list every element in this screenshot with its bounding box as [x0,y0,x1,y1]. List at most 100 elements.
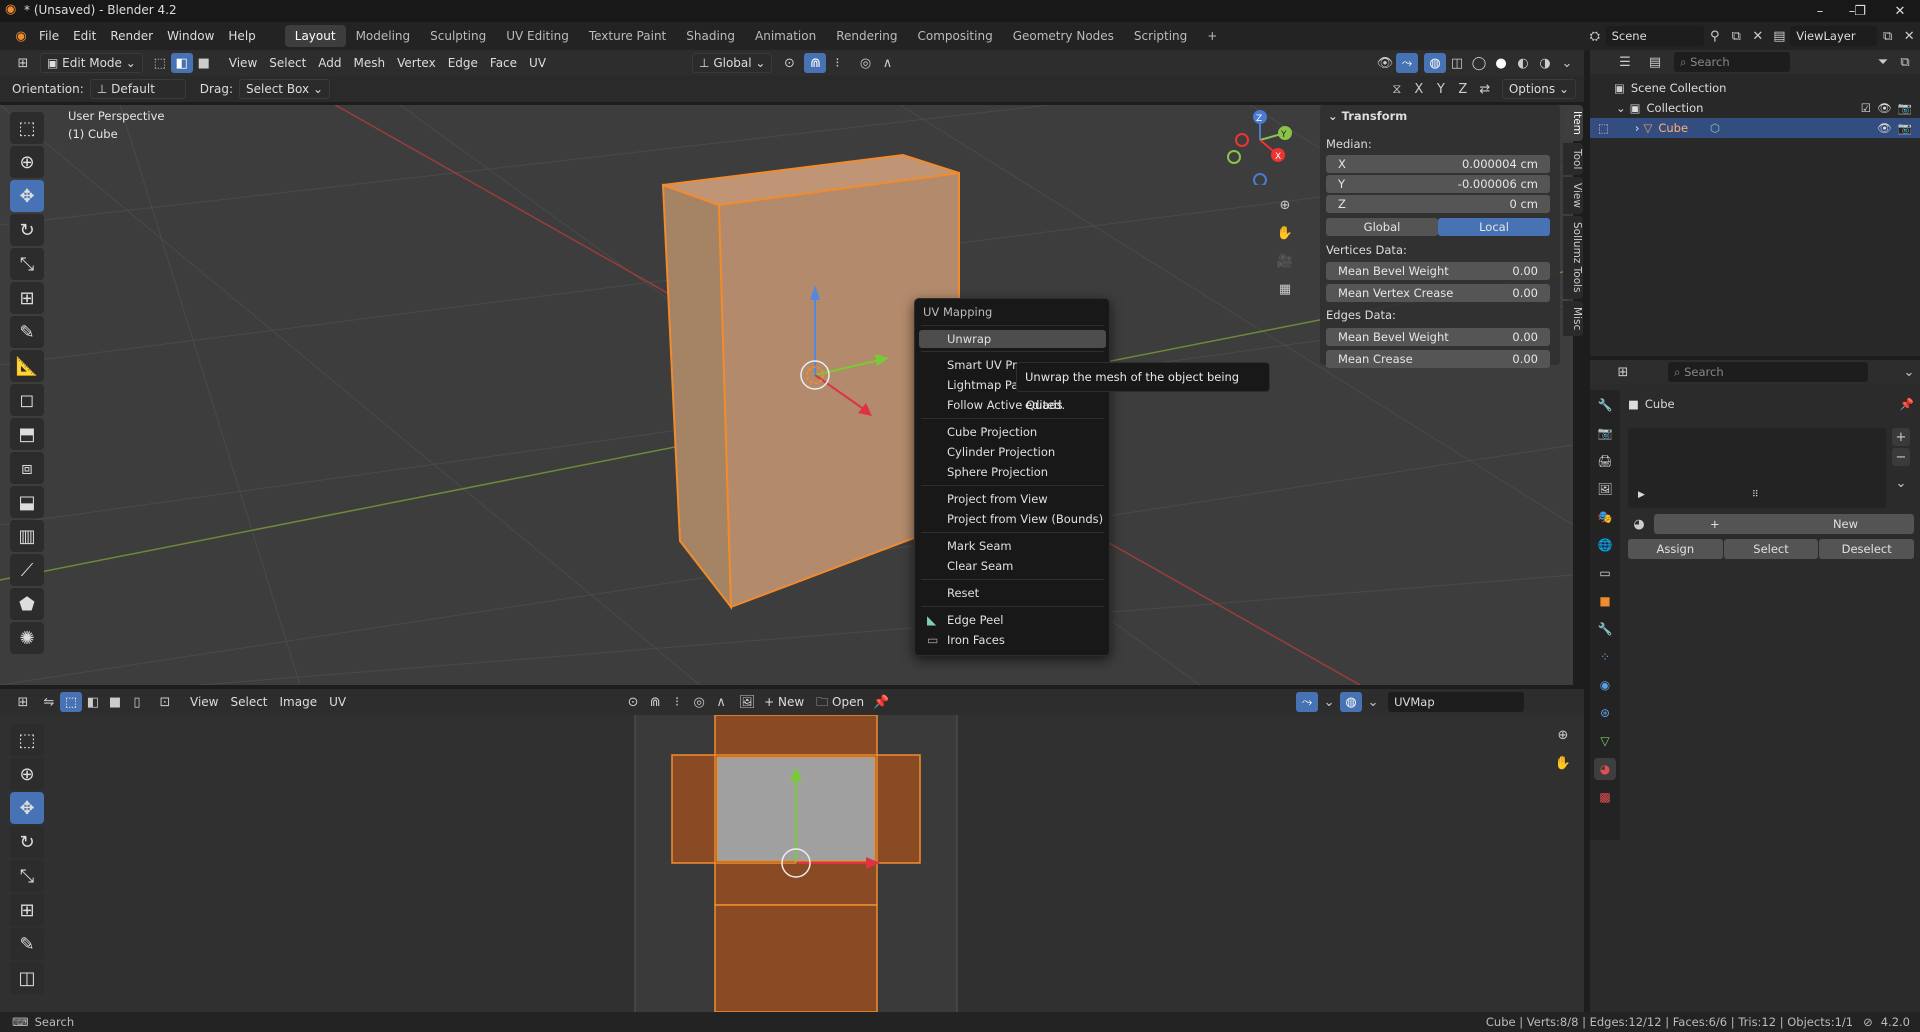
menu-face[interactable]: Face [484,53,523,73]
menu-item-clear-seam[interactable]: Clear Seam [919,557,1106,575]
texture-properties-icon[interactable]: ▩ [1594,786,1616,808]
snap-icon[interactable]: ⋒ [804,53,827,73]
uv-gizmo-icon[interactable]: ⤳ [1296,692,1319,712]
remove-slot-icon[interactable]: − [1892,448,1910,466]
render-properties-icon[interactable]: 📷 [1594,422,1616,444]
tab-geometry-nodes[interactable]: Geometry Nodes [1003,25,1124,47]
mirror-z-toggle[interactable]: Z [1452,79,1474,99]
global-toggle[interactable]: Global [1326,218,1438,236]
properties-options-icon[interactable]: ⌄ [1898,362,1920,382]
tool-properties-icon[interactable]: 🔧 [1594,394,1616,416]
median-z-field[interactable]: Z 0 cm [1326,195,1550,213]
properties-search-input[interactable]: ⌕ Search [1668,362,1868,382]
material-slot-list[interactable]: ▶ ⠿ [1628,428,1886,508]
snap-target-icon[interactable]: ⁝ [826,53,848,73]
uv-zoom-icon[interactable]: ⊕ [1552,725,1574,745]
median-x-field[interactable]: X 0.000004 cm [1326,155,1550,173]
add-slot-icon[interactable]: + [1892,428,1910,446]
mean-crease-field[interactable]: Mean Crease 0.00 [1326,350,1550,368]
camera-icon[interactable]: 🎥 [1274,251,1296,271]
particles-properties-icon[interactable]: ⁘ [1594,646,1616,668]
rotate-tool-icon[interactable]: ↻ [10,214,44,246]
menu-item-project-from-view[interactable]: Project from View [919,490,1106,508]
cube-mesh-data-icon[interactable]: ⬡ [1710,121,1720,135]
tab-tool[interactable]: Tool [1563,142,1583,176]
minimize-icon[interactable]: – [1800,0,1840,22]
pan-hand-icon[interactable]: ✋ [1274,223,1296,243]
modifier-properties-icon[interactable]: 🔧 [1594,618,1616,640]
falloff-icon[interactable]: ∧ [876,53,898,73]
menu-edge[interactable]: Edge [442,53,484,73]
visibility-icon[interactable]: 👁 [1374,53,1396,73]
mirror-icon[interactable]: ⧖ [1386,79,1408,99]
list-resize-handle[interactable]: ⠿ [1752,490,1759,500]
menu-item-iron-faces[interactable]: Iron Faces [919,631,1106,649]
transform-orientation-dropdown[interactable]: ⊥ Global ⌄ [692,53,773,73]
uv-edge-select-icon[interactable]: ◧ [82,692,104,712]
properties-editor-icon[interactable]: ⊞ [1612,362,1634,382]
editor-type-icon[interactable]: ⊞ [12,53,34,73]
world-properties-icon[interactable]: 🌐 [1594,534,1616,556]
zoom-icon[interactable]: ⊕ [1274,195,1296,215]
solid-shading-icon[interactable]: ● [1490,53,1512,73]
proportional-edit-icon[interactable]: ◎ [854,53,876,73]
uvmap-field[interactable]: UVMap [1388,692,1525,712]
face-select-icon[interactable]: ■ [193,53,215,73]
loop-cut-tool-icon[interactable]: ▥ [10,520,44,552]
menu-item-mark-seam[interactable]: Mark Seam [919,537,1106,555]
tab-uv-editing[interactable]: UV Editing [496,25,579,47]
menu-item-follow-active-quads[interactable]: Follow Active Quads [919,396,1106,414]
knife-tool-icon[interactable]: ⟋ [10,554,44,586]
topology-mirror-icon[interactable]: ⇄ [1474,79,1496,99]
grid-view-icon[interactable]: ▦ [1274,279,1296,299]
transform-section-header[interactable]: ⌄ Transform [1328,109,1407,123]
uv-island-select-icon[interactable]: ▯ [126,692,148,712]
menu-render[interactable]: Render [103,25,160,47]
xray-icon[interactable]: ◫ [1446,53,1468,73]
spin-tool-icon[interactable]: ✺ [10,622,44,654]
navigation-gizmo[interactable]: Z Y X [1220,105,1300,185]
menu-item-project-from-view-bounds[interactable]: Project from View (Bounds) [919,510,1106,528]
new-image-button[interactable]: + New [758,692,810,712]
uv-select-tool-icon[interactable]: ⬚ [10,724,44,756]
collection-row[interactable]: ⌄ ▣ Collection ☑ 👁 📷 [1590,98,1920,118]
edit-mode-toggle-icon[interactable]: ⬚ [1598,121,1609,135]
menu-view[interactable]: View [223,53,263,73]
menu-item-sphere-projection[interactable]: Sphere Projection [919,463,1106,481]
collection-checkbox-icon[interactable]: ☑ [1861,101,1871,115]
uv-sticky-select-icon[interactable]: ⊡ [154,692,176,712]
scene-field[interactable]: Scene [1605,26,1704,46]
delete-scene-icon[interactable]: ✕ [1747,26,1769,46]
median-y-field[interactable]: Y -0.000006 cm [1326,175,1550,193]
uv-grab-tool-icon[interactable]: ◫ [10,962,44,994]
blender-menu-icon[interactable]: ◉ [10,26,32,46]
assign-button[interactable]: Assign [1628,539,1723,559]
add-workspace-button[interactable]: + [1197,25,1227,47]
outliner-editor-icon[interactable]: ☰ [1614,52,1636,72]
pivot-point-icon[interactable]: ⊙ [778,53,800,73]
add-cube-tool-icon[interactable]: ◻ [10,384,44,416]
menu-vertex[interactable]: Vertex [391,53,442,73]
tab-texture-paint[interactable]: Texture Paint [579,25,676,47]
material-browse-icon[interactable]: ◕ [1628,514,1650,534]
menu-select[interactable]: Select [263,53,312,73]
tab-sollumz-tools[interactable]: Sollumz Tools [1563,216,1583,299]
deselect-button[interactable]: Deselect [1819,539,1915,559]
bevel-tool-icon[interactable]: ⬓ [10,486,44,518]
outliner-filter-icon[interactable]: ⏷ [1872,52,1894,72]
tab-item[interactable]: Item [1563,105,1583,141]
menu-help[interactable]: Help [221,25,262,47]
uv-overlay-dropdown-icon[interactable]: ⌄ [1362,692,1384,712]
tab-scripting[interactable]: Scripting [1124,25,1197,47]
maximize-icon[interactable]: ❐ [1840,0,1880,22]
tab-compositing[interactable]: Compositing [907,25,1002,47]
tab-misc[interactable]: Misc [1563,300,1583,336]
tab-layout[interactable]: Layout [284,25,346,47]
physics-properties-icon[interactable]: ◉ [1594,674,1616,696]
constraints-properties-icon[interactable]: ⊛ [1594,702,1616,724]
uv-pivot-icon[interactable]: ⊙ [622,692,644,712]
uv-vertex-select-icon[interactable]: ⬚ [60,692,82,712]
uv-annotate-tool-icon[interactable]: ✎ [10,928,44,960]
rendered-shading-icon[interactable]: ◑ [1534,53,1556,73]
uv-face-select-icon[interactable]: ■ [104,692,126,712]
